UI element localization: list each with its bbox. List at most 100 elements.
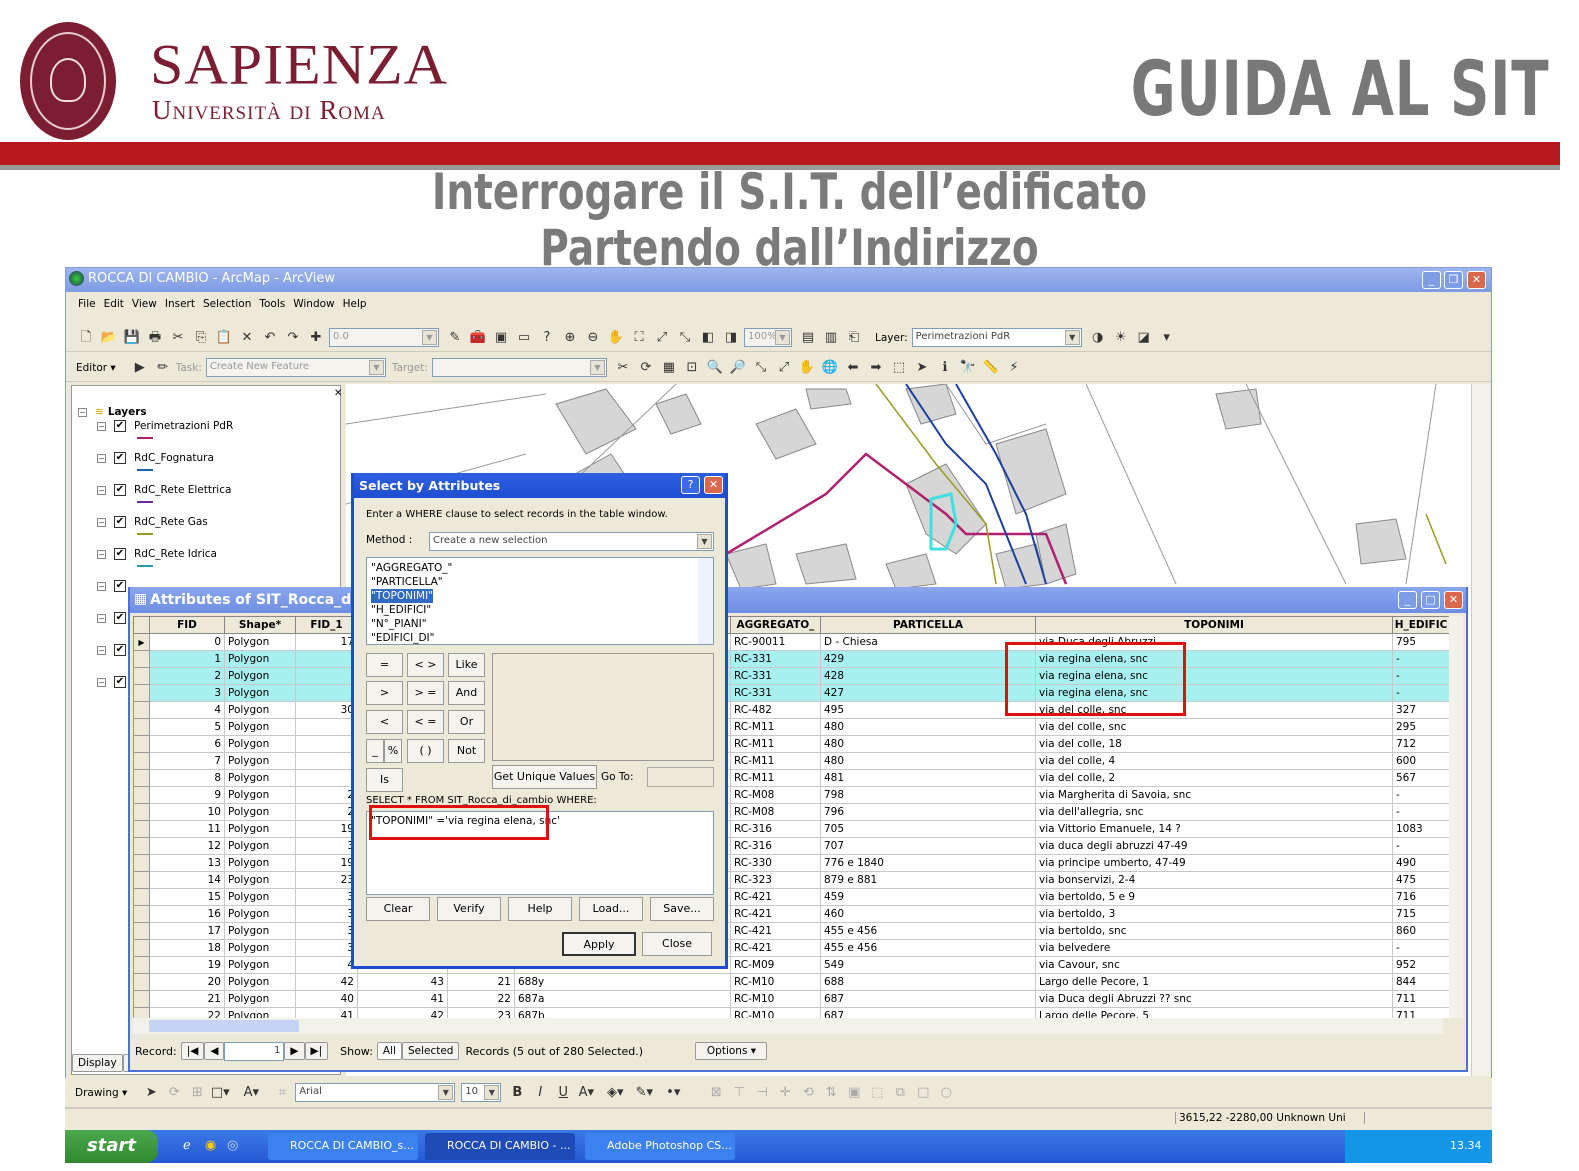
column-header[interactable]: AGGREGATO_ [730, 616, 821, 634]
change-layout-icon[interactable]: ⎗ [844, 328, 864, 348]
edit-tool-icon[interactable]: ▶ [130, 358, 150, 378]
distribute-icon[interactable]: ⊣ [752, 1083, 772, 1103]
row-selector[interactable] [133, 973, 150, 991]
table-row[interactable]: 14 Polygon 23 RC-323 879 e 881 via bonservizi… [133, 871, 1450, 889]
layer-checkbox[interactable]: ✔ [114, 676, 126, 688]
collapse-icon[interactable]: − [97, 613, 106, 623]
brightness-icon[interactable]: ☀ [1111, 328, 1131, 348]
save-icon[interactable]: 💾 [122, 328, 142, 348]
layers-root[interactable]: Layers [108, 406, 147, 418]
pan-icon[interactable]: ✋ [797, 358, 817, 378]
row-selector[interactable] [133, 786, 150, 804]
table-row[interactable]: 19Polygon4 RC-M09549via Cavour, snc952 [133, 956, 1450, 974]
italic-button[interactable]: I [530, 1083, 550, 1103]
chevron-down-icon[interactable]: ▼ [589, 360, 605, 375]
circle-shape-icon[interactable]: ○ [936, 1083, 956, 1103]
outlook-icon[interactable]: ◎ [227, 1138, 238, 1153]
row-selector[interactable] [133, 752, 150, 770]
full-extent-icon[interactable]: 🌐 [820, 358, 840, 378]
field-item[interactable]: "N°_PIANI" [371, 617, 709, 631]
collapse-icon[interactable]: − [97, 549, 106, 559]
rect-shape-icon[interactable]: □ [913, 1083, 933, 1103]
operator-button[interactable]: > = [407, 681, 444, 705]
row-selector[interactable] [133, 735, 150, 753]
open-icon[interactable]: 📂 [99, 328, 119, 348]
zoom-in-fixed-icon[interactable]: ⊕ [560, 328, 580, 348]
table-row[interactable]: 11 Polygon 19 RC-316 705 via Vittorio Emanuel… [133, 820, 1450, 838]
operator-button[interactable]: And [448, 681, 485, 705]
row-selector[interactable] [133, 820, 150, 838]
layer-checkbox[interactable]: ✔ [114, 548, 126, 560]
chevron-down-icon[interactable]: ▼ [1064, 330, 1080, 345]
table-row[interactable]: 3 Polygon RC-331 427 via regina elena, snc - [133, 684, 1450, 702]
collapse-icon[interactable]: − [97, 581, 106, 591]
row-selector[interactable] [133, 803, 150, 821]
new-icon[interactable]: 🗋 [76, 328, 96, 348]
close-button[interactable]: ✕ [1467, 271, 1486, 289]
table-row[interactable]: 20 Polygon 42 43 21 688y RC-M10 688 Largo delle … [133, 973, 1450, 991]
row-selector[interactable] [133, 939, 150, 957]
attr-maximize-button[interactable]: □ [1421, 591, 1440, 609]
snapping-icon[interactable]: ⊠ [706, 1083, 726, 1103]
field-list-scrollbar[interactable] [698, 558, 713, 644]
zoom-out-fixed-icon[interactable]: ⊖ [583, 328, 603, 348]
menu-selection[interactable]: Selection [203, 298, 251, 310]
apply-button[interactable]: Apply [562, 932, 636, 956]
clear-button[interactable]: Clear [366, 897, 430, 921]
next-extent-layout-icon[interactable]: ◨ [721, 328, 741, 348]
cut-icon[interactable]: ✂ [168, 328, 188, 348]
last-record-button[interactable]: ▶| [304, 1042, 329, 1060]
window-titlebar[interactable]: ROCCA DI CAMBIO - ArcMap - ArcView [66, 268, 1491, 292]
chevron-down-icon[interactable]: ▼ [438, 1085, 454, 1100]
task-arcmap[interactable]: ROCCA DI CAMBIO - ... [425, 1133, 575, 1160]
chevron-down-icon[interactable]: ▼ [697, 534, 712, 549]
first-record-button[interactable]: |◀ [180, 1042, 205, 1060]
column-header[interactable]: TOPONIMI [1035, 616, 1393, 634]
row-selector[interactable] [133, 854, 150, 872]
marker-color-icon[interactable]: •▾ [663, 1083, 683, 1103]
operator-button[interactable]: Or [448, 710, 485, 734]
operator-button[interactable]: < > [407, 653, 444, 677]
column-header[interactable]: Shape* [224, 616, 296, 634]
more-icon[interactable]: ▾ [1157, 328, 1177, 348]
table-row[interactable]: 16Polygon3 RC-421460via bertoldo, 3715 [133, 905, 1450, 923]
rotate-icon[interactable]: ⟳ [164, 1083, 184, 1103]
sketch-properties-icon[interactable]: ⊡ [682, 358, 702, 378]
layer-checkbox[interactable]: ✔ [114, 644, 126, 656]
ungroup-icon[interactable]: ⬚ [867, 1083, 887, 1103]
show-selected-button[interactable]: Selected [401, 1042, 460, 1060]
collapse-icon[interactable]: − [78, 407, 87, 417]
dialog-titlebar[interactable]: Select by Attributes [354, 473, 725, 498]
print-icon[interactable]: 🖶 [145, 328, 165, 348]
attr-close-button[interactable]: ✕ [1444, 591, 1463, 609]
bold-button[interactable]: B [507, 1083, 527, 1103]
row-selector[interactable] [133, 718, 150, 736]
task-combo[interactable]: Create New Feature ▼ [205, 358, 386, 377]
table-row[interactable]: 10Polygon2 RC-M08796via dell'allegria, sn… [133, 803, 1450, 821]
chevron-down-icon[interactable]: ▼ [422, 330, 437, 345]
goto-input[interactable] [647, 767, 714, 787]
help-button[interactable]: Help [508, 897, 572, 921]
field-item[interactable]: "PARTICELLA" [371, 575, 709, 589]
start-button[interactable]: start [65, 1130, 158, 1163]
fixed-zoom-in-icon[interactable]: ⤢ [652, 328, 672, 348]
layer-checkbox[interactable]: ✔ [114, 420, 126, 432]
font-select[interactable]: Arial ▼ [295, 1083, 456, 1102]
task-photoshop[interactable]: Adobe Photoshop CS... [585, 1133, 735, 1160]
load-button[interactable]: Load... [579, 897, 643, 921]
arctoolbox-icon[interactable]: 🧰 [468, 328, 488, 348]
layer-combo[interactable]: Perimetrazioni PdR ▼ [911, 328, 1082, 347]
table-row[interactable]: 4 Polygon 30 RC-482 495 via del colle, snc 327 [133, 701, 1450, 719]
select-features-icon[interactable]: ⬚ [889, 358, 909, 378]
table-row[interactable]: 12Polygon3 RC-316707via duca degli abruzz… [133, 837, 1450, 855]
row-selector[interactable] [133, 650, 150, 668]
table-row[interactable]: 5 Polygon RC-M11 480 via del colle, snc 295 [133, 718, 1450, 736]
unique-values-list[interactable] [492, 653, 714, 761]
record-input[interactable]: 1 [224, 1041, 285, 1061]
select-elements-icon[interactable]: ➤ [912, 358, 932, 378]
row-selector[interactable] [133, 956, 150, 974]
table-row[interactable]: 7 Polygon RC-M11 480 via del colle, 4 600 [133, 752, 1450, 770]
line-color-icon[interactable]: ✎▾ [634, 1083, 654, 1103]
minimize-button[interactable]: _ [1422, 271, 1441, 289]
transparency-icon[interactable]: ◪ [1134, 328, 1154, 348]
